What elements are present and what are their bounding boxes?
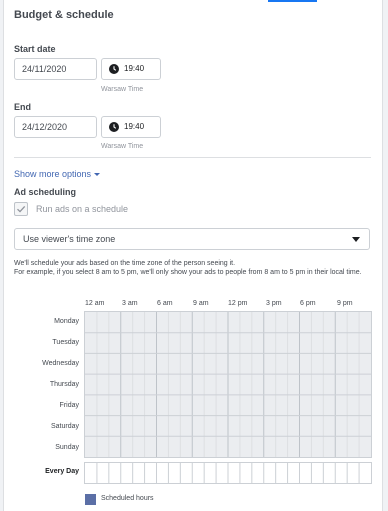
hour-label: 6 am [157,300,173,307]
timezone-select-value: Use viewer's time zone [23,234,116,244]
day-label: Wednesday [42,360,79,367]
legend-label: Scheduled hours [101,495,154,502]
hour-label: 3 pm [266,300,282,307]
start-timezone: Warsaw Time [101,86,144,93]
checkmark-icon [17,205,26,213]
help-text-line: We'll schedule your ads based on the tim… [14,260,236,267]
start-date-input[interactable]: 24/11/2020 [14,58,97,80]
end-time-input[interactable]: 19:40 [101,116,161,138]
timezone-select[interactable]: Use viewer's time zone [14,228,370,250]
divider [14,157,371,158]
start-time-input[interactable]: 19:40 [101,58,161,80]
ad-scheduling-title: Ad scheduling [14,187,77,197]
day-label: Tuesday [52,339,79,346]
schedule-grid[interactable] [84,311,372,458]
tab-indicator [268,0,317,2]
start-time-value: 19:40 [124,64,145,73]
run-on-schedule-checkbox[interactable] [14,202,28,216]
schedule-help-text: We'll schedule your ads based on the tim… [14,259,374,277]
end-time-value: 19:40 [124,122,145,131]
every-day-row[interactable] [84,462,372,484]
hour-label: 9 pm [337,300,353,307]
hour-label: 3 am [122,300,138,307]
end-timezone: Warsaw Time [101,143,144,150]
end-date-label: End [14,102,31,112]
help-text-line: For example, if you select 8 am to 5 pm,… [14,269,362,276]
every-day-cells[interactable] [85,463,371,483]
hour-label: 12 am [85,300,105,307]
day-label: Friday [59,402,79,409]
day-label: Thursday [49,381,79,388]
day-label: Saturday [50,423,79,430]
hour-label: 9 am [193,300,209,307]
legend-swatch [85,494,96,505]
end-date-input[interactable]: 24/12/2020 [14,116,97,138]
every-day-label: Every Day [45,468,79,475]
section-title: Budget & schedule [14,9,114,21]
hour-label: 12 pm [228,300,248,307]
hour-label: 6 pm [300,300,316,307]
show-more-options-link[interactable]: Show more options [14,169,101,179]
schedule-grid-cells[interactable] [85,312,371,457]
start-date-label: Start date [14,44,56,54]
clock-icon [109,122,119,132]
run-on-schedule-label: Run ads on a schedule [36,204,129,214]
show-more-label: Show more options [14,169,92,179]
day-label: Sunday [55,444,79,451]
chevron-down-icon [94,173,101,177]
clock-icon [109,64,119,74]
caret-down-icon [352,237,360,242]
day-label: Monday [54,318,79,325]
